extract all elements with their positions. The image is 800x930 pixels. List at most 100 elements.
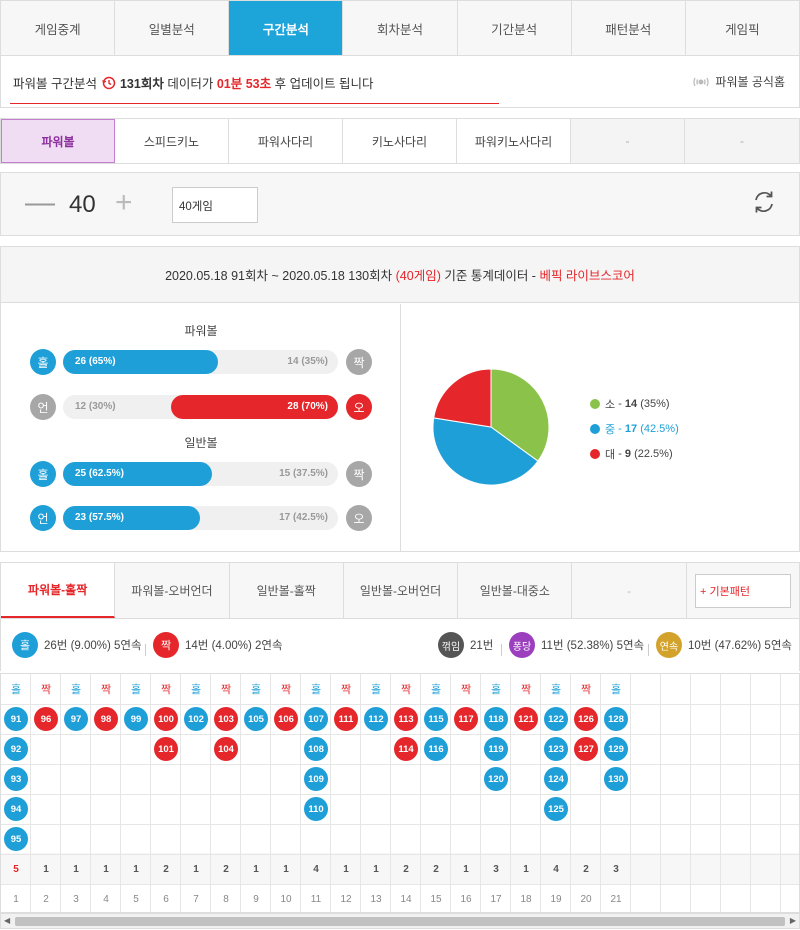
tab-section-analysis[interactable]: 구간분석: [229, 1, 344, 55]
column-header: 짝: [460, 684, 472, 696]
basic-pattern-select[interactable]: + 기본패턴: [695, 574, 791, 608]
legend-mid-value: 17: [624, 423, 638, 435]
game-power-keno-ladder[interactable]: 파워키노사다리: [457, 119, 571, 163]
column-count: 1: [463, 863, 469, 875]
scrollbar-thumb[interactable]: [15, 917, 785, 926]
game-powerball[interactable]: 파워볼: [1, 119, 115, 163]
tab-normalball-odd-even[interactable]: 일반볼-홀짝: [230, 563, 344, 618]
normalball-over-label: 17 (42.5%): [279, 512, 328, 523]
tab-period-analysis[interactable]: 기간분석: [458, 1, 572, 55]
column-count: 1: [43, 863, 49, 875]
odd-ball: 홀: [30, 461, 56, 487]
column-index: 21: [610, 893, 622, 905]
tab-game-relay[interactable]: 게임중계: [1, 1, 116, 55]
game-count-select[interactable]: 40게임: [172, 187, 258, 223]
column-index: 3: [73, 893, 79, 905]
game-speed-keno[interactable]: 스피드키노: [115, 119, 229, 163]
pattern-ball: 121: [514, 707, 538, 731]
odd-even-stats: 파워볼 홀 26 (65%) 14 (35%) 짝 언 12 (30%) 28 …: [1, 304, 401, 552]
column-index: 17: [490, 893, 502, 905]
pattern-ball: 109: [304, 767, 328, 791]
column-header: 짝: [280, 684, 292, 696]
official-home-link[interactable]: 파워볼 공식홈: [692, 73, 785, 90]
column-index: 5: [133, 893, 139, 905]
column-header: 짝: [40, 684, 52, 696]
column-count: 2: [583, 863, 589, 875]
legend-mid-name: 중: [605, 424, 616, 436]
tab-powerball-over-under[interactable]: 파워볼-오버언더: [115, 563, 230, 618]
pattern-ball: 126: [574, 707, 598, 731]
even-ball: 짝: [346, 349, 372, 375]
column-count: 4: [553, 863, 559, 875]
normalball-even-label: 15 (37.5%): [279, 468, 328, 479]
powerball-over-label: 28 (70%): [287, 401, 328, 412]
column-index: 14: [400, 893, 412, 905]
legend-small-name: 소: [605, 399, 616, 411]
pattern-ball: 125: [544, 797, 568, 821]
pong-ball: 퐁당: [509, 632, 535, 658]
increase-button[interactable]: +: [115, 187, 133, 219]
normalball-odd-label: 25 (62.5%): [75, 468, 124, 479]
tab-powerball-odd-even[interactable]: 파워볼-홀짝: [1, 563, 116, 618]
under-ball: 언: [30, 505, 56, 531]
pattern-ball: 93: [4, 767, 28, 791]
pattern-ball: 102: [184, 707, 208, 731]
legend-mid: 중 - 17 (42.5%): [590, 421, 679, 437]
pattern-ball: 128: [604, 707, 628, 731]
stats-range: 2020.05.18 91회차 ~ 2020.05.18 130회차: [165, 269, 393, 283]
tab-game-pick[interactable]: 게임픽: [686, 1, 799, 55]
summary-streak: 연속 10번 (47.62%) 5연속: [656, 632, 792, 658]
column-count: 4: [313, 863, 319, 875]
column-header: 짝: [160, 684, 172, 696]
column-index: 6: [163, 893, 169, 905]
pattern-tabs: 파워볼-홀짝 파워볼-오버언더 일반볼-홀짝 일반볼-오버언더 일반볼-대중소 …: [0, 562, 800, 619]
pattern-ball: 105: [244, 707, 268, 731]
statistics-panel: 2020.05.18 91회차 ~ 2020.05.18 130회차 (40게임…: [0, 246, 800, 552]
pattern-ball: 115: [424, 707, 448, 731]
column-count: 3: [613, 863, 619, 875]
tab-round-analysis[interactable]: 회차분석: [343, 1, 458, 55]
legend-dot-large: [590, 449, 600, 459]
summary-pong-text: 11번 (52.38%) 5연속: [541, 640, 645, 652]
official-home-label: 파워볼 공식홈: [715, 75, 785, 89]
update-notice: 파워볼 구간분석 131회차 데이터가 01분 53초 후 업데이트 됩니다 파…: [0, 56, 800, 108]
scroll-left-icon[interactable]: ◀: [4, 916, 10, 925]
game-keno-ladder[interactable]: 키노사다리: [343, 119, 457, 163]
tab-daily-analysis[interactable]: 일별분석: [115, 1, 230, 55]
pattern-ball: 111: [334, 707, 358, 731]
tab-normalball-size[interactable]: 일반볼-대중소: [458, 563, 573, 618]
column-header: 홀: [250, 684, 262, 696]
pattern-ball: 123: [544, 737, 568, 761]
horizontal-scrollbar[interactable]: ◀ ▶: [0, 913, 800, 929]
game-power-ladder[interactable]: 파워사다리: [229, 119, 343, 163]
pattern-ball: 112: [364, 707, 388, 731]
scroll-right-icon[interactable]: ▶: [790, 916, 796, 925]
tab-pattern-analysis[interactable]: 패턴분석: [572, 1, 686, 55]
column-index: 18: [520, 893, 532, 905]
logo-icon: [692, 75, 710, 89]
column-header: 홀: [370, 684, 382, 696]
grid-row-line: [1, 704, 799, 705]
column-index: 20: [580, 893, 592, 905]
column-index: 10: [280, 893, 292, 905]
pattern-ball: 113: [394, 707, 418, 731]
summary-even: 짝 14번 (4.00%) 2연속: [153, 632, 283, 658]
normalball-title: 일반볼: [184, 436, 218, 450]
column-count: 1: [283, 863, 289, 875]
tab-normalball-over-under[interactable]: 일반볼-오버언더: [344, 563, 459, 618]
summary-turn: 꺾임 21번: [438, 632, 493, 658]
pattern-ball: 110: [304, 797, 328, 821]
streak-ball: 연속: [656, 632, 682, 658]
pattern-ball: 98: [94, 707, 118, 731]
decrease-button[interactable]: —: [25, 187, 55, 219]
powerball-title: 파워볼: [184, 324, 218, 338]
pattern-ball: 127: [574, 737, 598, 761]
normalball-odd-bar: 25 (62.5%) 15 (37.5%): [63, 462, 338, 486]
pattern-ball: 107: [304, 707, 328, 731]
game-empty-2: -: [685, 119, 799, 163]
summary-streak-text: 10번 (47.62%) 5연속: [688, 640, 792, 652]
grid-row-line: [1, 794, 799, 795]
column-index: 11: [310, 893, 322, 905]
column-index: 9: [253, 893, 259, 905]
refresh-icon[interactable]: [751, 189, 777, 218]
